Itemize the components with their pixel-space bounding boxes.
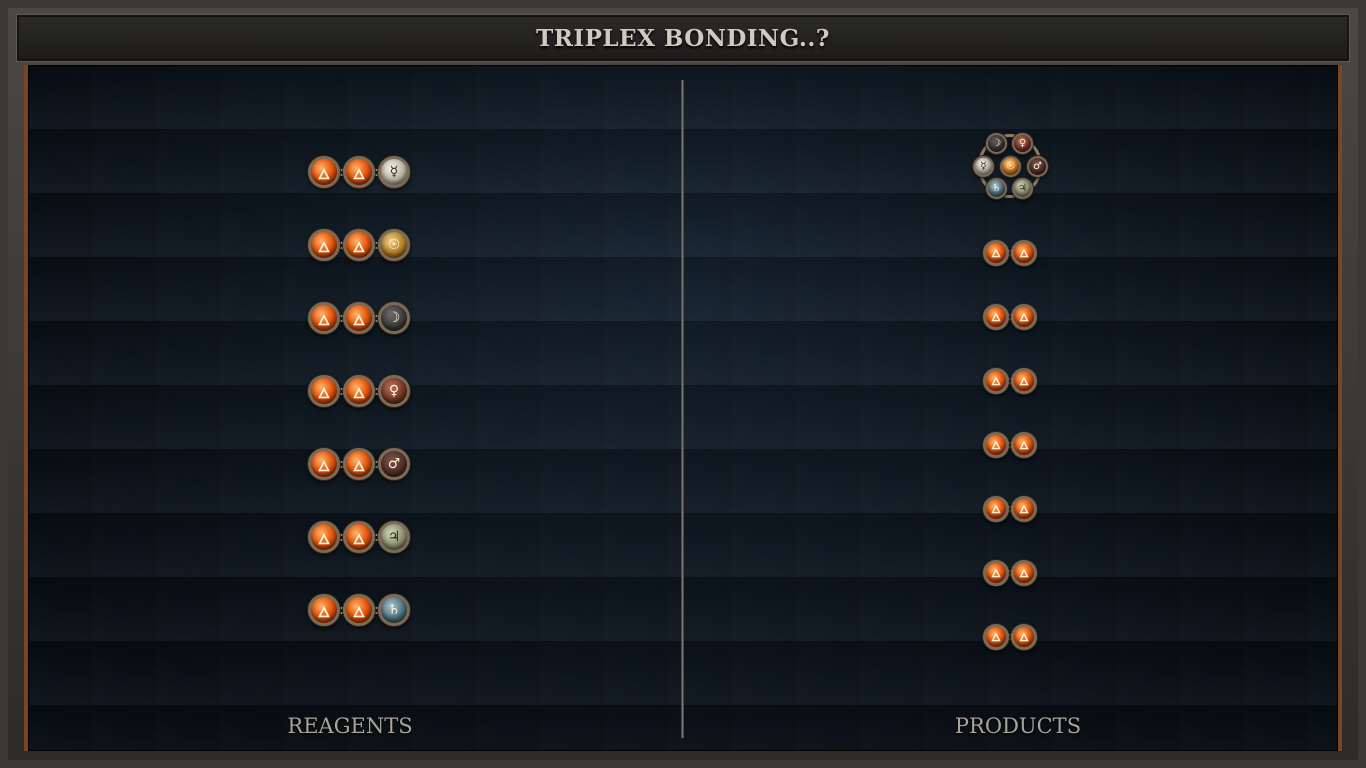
fire-atom: 🜂 [1011,304,1037,330]
fire-atom: 🜂 [983,560,1009,586]
reagents-label: REAGENTS [287,714,413,738]
product-fire-pair[interactable]: 🜂 🜂 [983,624,1037,650]
fire-atom: 🜂 [983,304,1009,330]
fire-atom: 🜂 [308,229,340,261]
silver-moon-atom: ☽ [378,302,410,334]
product-fire-pair[interactable]: 🜂 🜂 [983,496,1037,522]
iron-atom: ♂ [378,448,410,480]
products-label: PRODUCTS [954,714,1082,738]
product-metal-cluster[interactable]: ☉ ☽ ♀ ♂ ♃ ♄ ☿ [970,128,1052,206]
fire-atom: 🜂 [1011,240,1037,266]
tin-atom: ♃ [1012,178,1033,199]
product-fire-pair[interactable]: 🜂 🜂 [983,560,1037,586]
reagent-molecule[interactable]: 🜂 🜂 ♂ [308,448,410,480]
lead-atom: ♄ [986,178,1007,199]
product-fire-pair[interactable]: 🜂 🜂 [983,304,1037,330]
silver-moon-atom: ☽ [986,133,1007,154]
reagent-molecule[interactable]: 🜂 🜂 ♃ [308,521,410,553]
tin-atom: ♃ [378,521,410,553]
fire-atom: 🜂 [308,156,340,188]
fire-atom: 🜂 [343,448,375,480]
reagent-molecule[interactable]: 🜂 🜂 ♀ [308,375,410,407]
reagent-molecule[interactable]: 🜂 🜂 ☉ [308,229,410,261]
fire-atom: 🜂 [343,302,375,334]
product-fire-pair[interactable]: 🜂 🜂 [983,368,1037,394]
fire-atom: 🜂 [983,240,1009,266]
fire-atom: 🜂 [1011,560,1037,586]
reagent-molecule[interactable]: 🜂 🜂 ☽ [308,302,410,334]
reagent-molecule[interactable]: 🜂 🜂 ☿ [308,156,410,188]
fire-atom: 🜂 [343,156,375,188]
gold-atom: ☉ [378,229,410,261]
product-fire-pair[interactable]: 🜂 🜂 [983,240,1037,266]
column-divider [681,80,684,738]
fire-atom: 🜂 [983,624,1009,650]
fire-atom: 🜂 [343,521,375,553]
fire-atom: 🜂 [343,375,375,407]
product-fire-pair[interactable]: 🜂 🜂 [983,432,1037,458]
fire-atom: 🜂 [1011,496,1037,522]
fire-atom: 🜂 [343,229,375,261]
copper-atom: ♀ [378,375,410,407]
fire-atom: 🜂 [983,432,1009,458]
fire-atom: 🜂 [308,448,340,480]
fire-atom: 🜂 [1011,368,1037,394]
iron-atom: ♂ [1027,156,1048,177]
fire-atom: 🜂 [308,521,340,553]
fire-atom: 🜂 [343,594,375,626]
window-title: TRIPLEX BONDING..? [536,24,830,52]
quicksilver-atom: ☿ [973,156,994,177]
fire-atom: 🜂 [983,368,1009,394]
fire-atom: 🜂 [308,375,340,407]
fire-atom: 🜂 [308,594,340,626]
fire-atom: 🜂 [1011,432,1037,458]
lead-atom: ♄ [378,594,410,626]
reagent-molecule[interactable]: 🜂 🜂 ♄ [308,594,410,626]
title-bar: TRIPLEX BONDING..? [16,14,1350,62]
fire-atom: 🜂 [308,302,340,334]
copper-atom: ♀ [1012,133,1033,154]
fire-atom: 🜂 [983,496,1009,522]
quicksilver-atom: ☿ [378,156,410,188]
gold-atom: ☉ [1000,156,1021,177]
fire-atom: 🜂 [1011,624,1037,650]
